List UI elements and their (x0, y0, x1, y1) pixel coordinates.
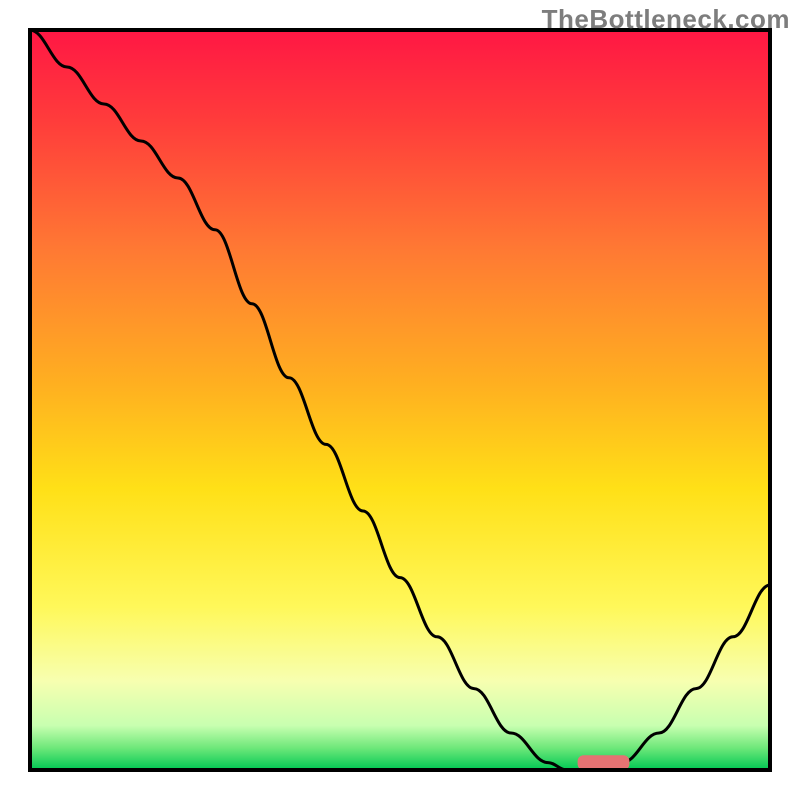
selected-marker (578, 755, 630, 770)
plot-area (30, 30, 770, 770)
watermark-text: TheBottleneck.com (542, 4, 790, 35)
chart-canvas (0, 0, 800, 800)
